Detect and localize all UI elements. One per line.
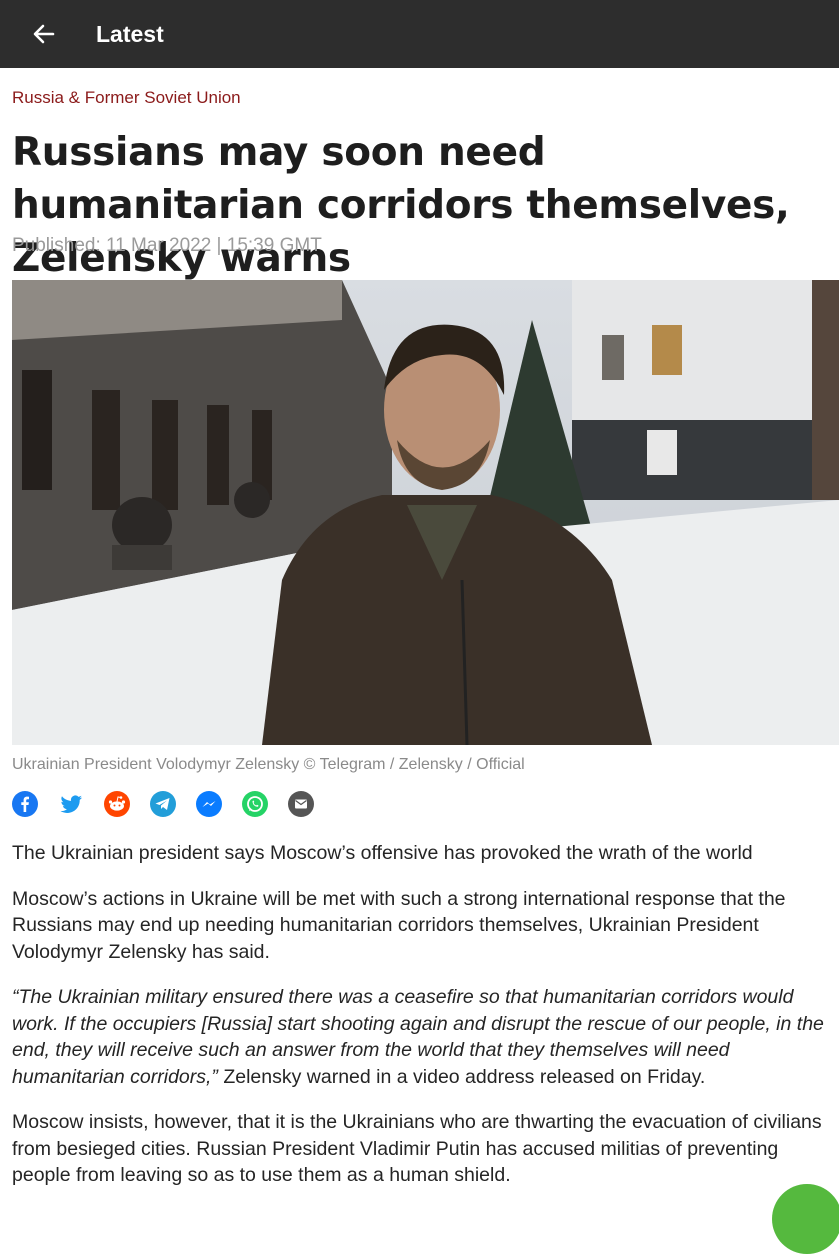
zelensky-photo [12,280,839,745]
share-email-button[interactable] [288,791,314,817]
email-icon [295,799,307,809]
share-messenger-button[interactable] [196,791,222,817]
telegram-icon [155,798,170,810]
share-facebook-button[interactable] [12,791,38,817]
floating-action-button[interactable] [772,1184,839,1254]
article-headline: Russians may soon need humanitarian corr… [12,130,790,281]
article-quote-attribution: Zelensky warned in a video address relea… [217,1065,706,1088]
share-twitter-button[interactable] [58,791,84,817]
top-app-bar: Latest [0,0,839,68]
reddit-icon [108,796,126,811]
published-date: Published: 11 Mar 2022 | 15:39 GMT [12,235,322,256]
share-bar [12,791,314,817]
section-link[interactable]: Russia & Former Soviet Union [12,88,241,108]
back-button[interactable] [24,14,64,54]
article-paragraph: Moscow’s actions in Ukraine will be met … [12,887,786,963]
share-telegram-button[interactable] [150,791,176,817]
messenger-icon [202,801,216,807]
share-reddit-button[interactable] [104,791,130,817]
article-photo [12,280,839,745]
twitter-icon [60,795,82,813]
share-whatsapp-button[interactable] [242,791,268,817]
page-title: Latest [96,20,164,47]
article-paragraph: Moscow insists, however, that it is the … [12,1111,822,1186]
facebook-icon [21,796,29,812]
article-lead: The Ukrainian president says Moscow’s of… [12,842,753,864]
article-quote-paragraph: “The Ukrainian military ensured there wa… [12,984,837,1090]
article-body: The Ukrainian president says Moscow’s of… [12,840,837,1208]
photo-caption: Ukrainian President Volodymyr Zelensky ©… [12,756,525,773]
arrow-left-icon [33,24,55,44]
whatsapp-icon [247,796,263,812]
